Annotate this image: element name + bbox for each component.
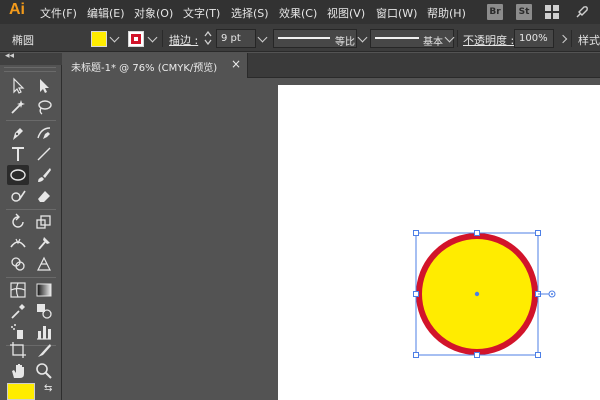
artboard[interactable] bbox=[278, 85, 600, 400]
type-tool-icon[interactable] bbox=[7, 144, 29, 164]
scale-tool-icon[interactable] bbox=[33, 212, 55, 232]
profile-label: 等比 bbox=[335, 37, 355, 48]
rotate-tool-icon[interactable] bbox=[7, 212, 29, 232]
symbol-sprayer-tool-icon[interactable] bbox=[7, 322, 29, 342]
document-tab-bar: 未标题-1* @ 76% (CMYK/预览) × bbox=[63, 53, 600, 78]
fill-swatch[interactable] bbox=[91, 31, 107, 47]
menu-help[interactable]: 帮助(H) bbox=[427, 5, 466, 21]
handle-top bbox=[474, 230, 480, 236]
stroke-weight-input[interactable]: 9 pt bbox=[216, 29, 256, 48]
artwork bbox=[413, 230, 556, 358]
tool-group-divider bbox=[6, 277, 56, 278]
stroke-swatch-inner bbox=[131, 34, 141, 44]
paintbrush-tool-icon[interactable] bbox=[33, 165, 55, 185]
selection-tool-icon[interactable] bbox=[7, 76, 29, 96]
close-icon[interactable]: × bbox=[231, 57, 241, 71]
menu-file[interactable]: 文件(F) bbox=[40, 5, 77, 21]
document-tab-label: 未标题-1* @ 76% (CMYK/预览) bbox=[71, 63, 218, 74]
menu-view[interactable]: 视图(V) bbox=[327, 5, 365, 21]
menu-bar: Ai 文件(F) 编辑(E) 对象(O) 文字(T) 选择(S) 效果(C) 视… bbox=[0, 0, 600, 24]
tool-group-divider bbox=[6, 209, 56, 210]
menu-edit[interactable]: 编辑(E) bbox=[87, 5, 125, 21]
shaper-tool-icon[interactable] bbox=[7, 186, 29, 206]
line-segment-tool-icon[interactable] bbox=[33, 144, 55, 164]
stroke-weight-chevron-icon[interactable] bbox=[257, 32, 268, 43]
eyedropper-tool-icon[interactable] bbox=[7, 301, 29, 321]
ellipse-center-point bbox=[474, 291, 480, 297]
pie-widget-dot bbox=[551, 293, 553, 295]
menu-window[interactable]: 窗口(W) bbox=[376, 5, 417, 21]
swap-fill-stroke-icon[interactable]: ⇆ bbox=[44, 383, 52, 394]
zoom-tool-icon[interactable] bbox=[33, 361, 55, 381]
slice-tool-icon[interactable] bbox=[33, 340, 55, 360]
curvature-tool-icon[interactable] bbox=[33, 123, 55, 143]
ellipse-tool-icon[interactable] bbox=[7, 165, 29, 185]
collapse-panel-icon[interactable]: ◂◂ bbox=[5, 51, 14, 61]
handle-bottom-right bbox=[535, 352, 541, 358]
lasso-tool-icon[interactable] bbox=[33, 97, 55, 117]
profile-chevron-icon[interactable] bbox=[357, 32, 368, 43]
stroke-stepper-icon[interactable] bbox=[204, 30, 212, 48]
tools-panel: ◂◂ ⇆ bbox=[0, 51, 62, 400]
puppet-warp-tool-icon[interactable] bbox=[33, 233, 55, 253]
bridge-badge[interactable]: Br bbox=[487, 4, 503, 20]
opacity-chevron-icon[interactable] bbox=[558, 34, 568, 44]
tools-panel-header: ◂◂ bbox=[0, 51, 62, 65]
hand-tool-icon[interactable] bbox=[7, 361, 29, 381]
gradient-tool-icon[interactable] bbox=[33, 280, 55, 300]
fill-color-swatch[interactable] bbox=[7, 383, 35, 400]
perspective-grid-tool-icon[interactable] bbox=[33, 254, 55, 274]
app-logo: Ai bbox=[9, 1, 25, 18]
magic-wand-tool-icon[interactable] bbox=[7, 97, 29, 117]
opacity-label[interactable]: 不透明度 : bbox=[463, 32, 514, 48]
variable-width-profile[interactable]: 等比 bbox=[273, 29, 357, 48]
shape-builder-tool-icon[interactable] bbox=[7, 254, 29, 274]
panel-grip[interactable] bbox=[4, 67, 56, 72]
brush-label: 基本 bbox=[423, 37, 443, 48]
workspace-grid-icon[interactable] bbox=[544, 4, 560, 20]
style-label[interactable]: 样式 bbox=[578, 32, 600, 48]
stroke-swatch[interactable] bbox=[128, 31, 144, 47]
object-type-label: 椭圆 bbox=[12, 34, 34, 47]
brush-definition[interactable]: 基本 bbox=[370, 29, 454, 48]
mesh-tool-icon[interactable] bbox=[7, 280, 29, 300]
menu-type[interactable]: 文字(T) bbox=[183, 5, 220, 21]
handle-top-right bbox=[535, 230, 541, 236]
pen-tool-icon[interactable] bbox=[7, 123, 29, 143]
menu-object[interactable]: 对象(O) bbox=[134, 5, 173, 21]
divider bbox=[457, 30, 458, 47]
direct-selection-tool-icon[interactable] bbox=[33, 76, 55, 96]
column-graph-tool-icon[interactable] bbox=[33, 322, 55, 342]
tool-group-divider bbox=[6, 120, 56, 121]
handle-top-left bbox=[413, 230, 419, 236]
eraser-tool-icon[interactable] bbox=[33, 186, 55, 206]
profile-line-preview bbox=[278, 37, 330, 39]
stock-badge[interactable]: St bbox=[516, 4, 532, 20]
menu-select[interactable]: 选择(S) bbox=[231, 5, 269, 21]
divider bbox=[162, 30, 163, 47]
brush-line-preview bbox=[375, 37, 419, 39]
handle-bottom-left bbox=[413, 352, 419, 358]
artboard-tool-icon[interactable] bbox=[7, 340, 29, 360]
menu-effect[interactable]: 效果(C) bbox=[279, 5, 317, 21]
stroke-dropdown-chevron-icon[interactable] bbox=[147, 32, 158, 43]
opacity-input[interactable]: 100% bbox=[514, 29, 554, 48]
document-tab[interactable]: 未标题-1* @ 76% (CMYK/预览) × bbox=[63, 53, 248, 78]
divider bbox=[571, 30, 572, 47]
fill-dropdown-chevron-icon[interactable] bbox=[109, 32, 120, 43]
handle-left bbox=[413, 291, 419, 297]
handle-bottom bbox=[474, 352, 480, 358]
gpu-rocket-icon[interactable] bbox=[574, 4, 590, 20]
blend-tool-icon[interactable] bbox=[33, 301, 55, 321]
canvas[interactable] bbox=[63, 79, 600, 400]
stroke-label[interactable]: 描边 : bbox=[169, 32, 198, 48]
control-bar: 椭圆 描边 : 9 pt 等比 基本 不透明度 : 100% 样式 bbox=[0, 24, 600, 52]
width-tool-icon[interactable] bbox=[7, 233, 29, 253]
